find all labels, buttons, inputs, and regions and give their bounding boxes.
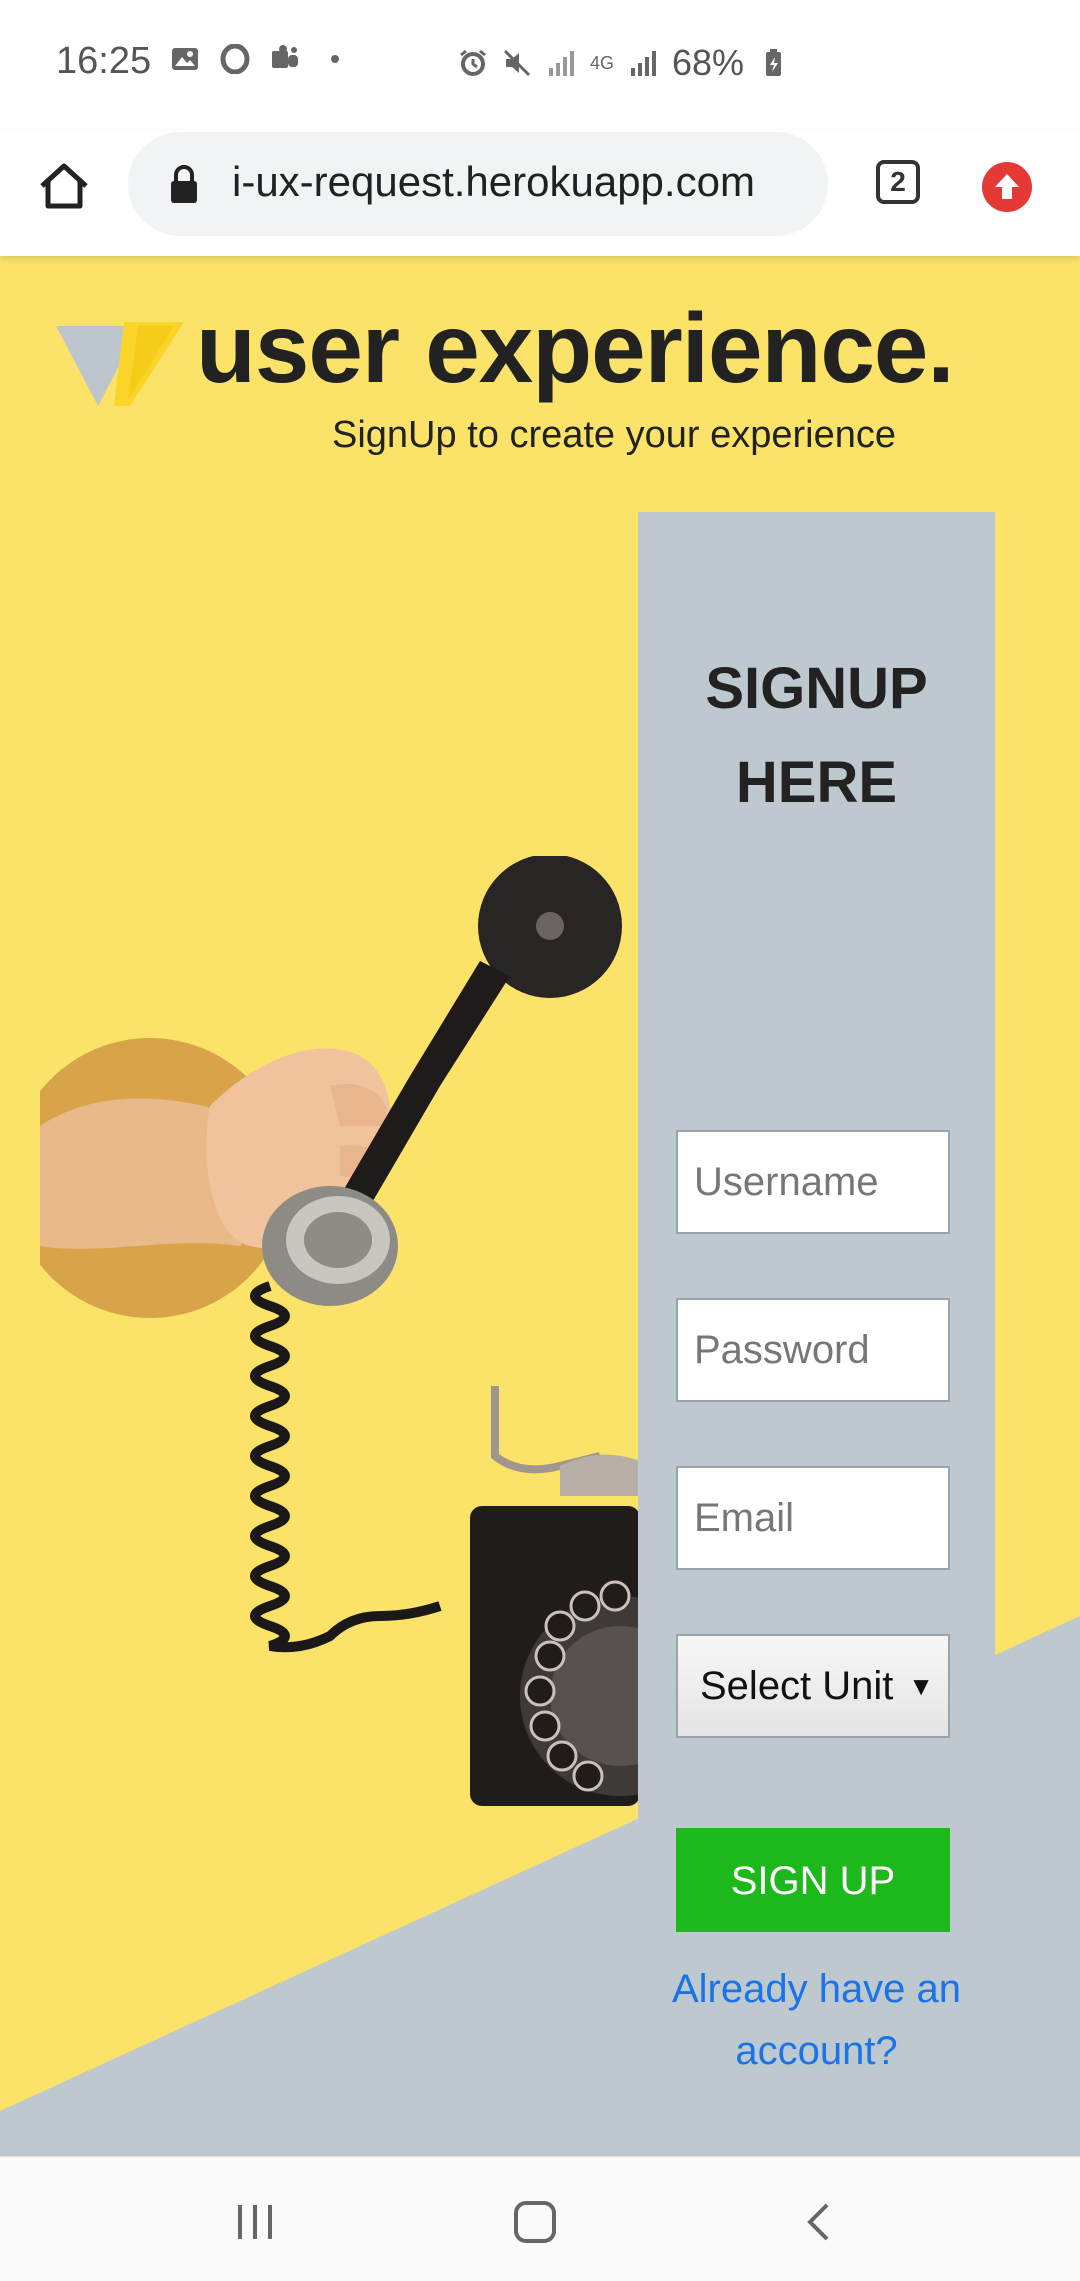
opera-icon [220, 44, 250, 74]
page-headline: user experience. [196, 293, 955, 403]
signup-title-line2: HERE [735, 750, 898, 815]
dropdown-caret-icon: ▼ [908, 1671, 934, 1701]
system-icons: 4G 68% [458, 42, 788, 84]
web-page: user experience. SignUp to create your e… [0, 256, 1080, 2156]
telephone-illustration [40, 856, 640, 1806]
status-bar: 16:25 4G 68% [0, 0, 1080, 130]
teams-icon [272, 45, 298, 68]
tab-switcher-button[interactable]: 2 [876, 160, 920, 204]
signup-title-line1: SIGNUP [705, 656, 928, 721]
unit-select-label: Select Unit [700, 1664, 894, 1708]
home-icon[interactable] [36, 158, 92, 214]
username-input[interactable] [676, 1130, 950, 1234]
signal-icon [631, 51, 657, 76]
dot-icon [331, 55, 339, 63]
system-navigation-bar [0, 2156, 1080, 2281]
url-text: i-ux-request.herokuapp.com [232, 158, 755, 205]
email-input[interactable] [676, 1466, 950, 1570]
battery-percentage: 68% [672, 42, 745, 83]
signup-button[interactable]: SIGN UP [676, 1828, 950, 1932]
unit-select[interactable]: Select Unit ▼ [676, 1634, 950, 1738]
status-time: 16:25 [56, 40, 152, 82]
signup-title: SIGNUP HERE [638, 642, 995, 830]
lock-icon [171, 165, 197, 203]
signup-panel: SIGNUP HERE Select Unit ▼ SIGN UP Alread… [638, 512, 995, 2073]
recent-apps-icon[interactable] [230, 2197, 280, 2247]
notification-icons [170, 44, 350, 74]
login-link-line1: Already have an [671, 1967, 962, 2011]
logo-icon [56, 322, 184, 406]
login-link[interactable]: Already have an account? [638, 1958, 995, 2082]
network-label: 4G [590, 53, 615, 73]
browser-toolbar: i-ux-request.herokuapp.com 2 [0, 130, 1080, 256]
update-icon[interactable] [982, 162, 1032, 212]
mute-icon [503, 49, 531, 77]
arrow-up-icon [995, 174, 1019, 199]
page-subheadline: SignUp to create your experience [332, 414, 896, 456]
gallery-icon [172, 48, 198, 70]
home-nav-icon[interactable] [510, 2197, 560, 2247]
signal-icon [549, 51, 574, 76]
alarm-icon [460, 49, 486, 76]
battery-icon [766, 49, 782, 76]
password-input[interactable] [676, 1298, 950, 1402]
back-icon[interactable] [795, 2197, 845, 2247]
address-bar[interactable]: i-ux-request.herokuapp.com [128, 132, 828, 236]
login-link-line2: account? [735, 2029, 898, 2073]
